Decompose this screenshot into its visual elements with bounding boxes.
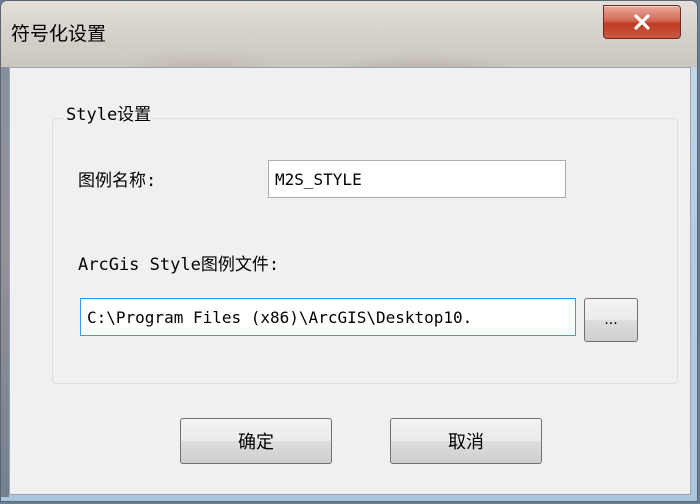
window-left-border — [1, 67, 9, 497]
ok-button[interactable]: 确定 — [180, 418, 332, 464]
browse-button[interactable]: ... — [584, 298, 638, 342]
dialog-client-area: Style设置 图例名称: M2S_STYLE ArcGis Style图例文件… — [9, 67, 691, 495]
cancel-button[interactable]: 取消 — [390, 418, 542, 464]
close-button[interactable] — [603, 5, 681, 39]
dialog-title: 符号化设置 — [11, 23, 107, 45]
close-icon — [633, 14, 651, 30]
groupbox-label: Style设置 — [64, 100, 154, 125]
legend-name-input[interactable]: M2S_STYLE — [268, 160, 566, 198]
style-file-path-input[interactable]: C:\Program Files (x86)\ArcGIS\Desktop10. — [80, 298, 576, 336]
style-file-label: ArcGis Style图例文件: — [78, 255, 280, 275]
title-bar[interactable]: 符号化设置 — [1, 1, 697, 67]
dialog-window: 符号化设置 Style设置 图例名称: M2S_STYLE ArcGis Sty… — [0, 0, 698, 502]
legend-name-label: 图例名称: — [78, 171, 157, 191]
